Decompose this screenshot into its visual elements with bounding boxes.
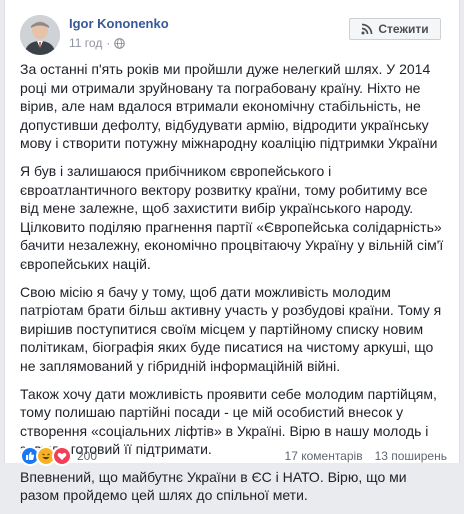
post-timestamp[interactable]: 11 год [69, 36, 102, 50]
love-reaction-icon [52, 446, 72, 466]
avatar-photo [20, 15, 60, 55]
post-card: Igor Kononenko 11 год · Стежити За остан… [4, 0, 460, 503]
follow-button[interactable]: Стежити [349, 18, 441, 40]
meta-separator: · [106, 36, 111, 50]
shares-count-link[interactable]: 13 поширень [375, 449, 447, 463]
post-paragraph: Свою місію я бачу у тому, щоб дати можли… [20, 283, 442, 374]
post-paragraph: За останні п'ять років ми пройшли дуже н… [20, 61, 438, 152]
author-avatar[interactable] [20, 15, 60, 55]
globe-icon [114, 37, 126, 49]
reaction-count: 200 [77, 449, 98, 463]
post-footer: 200 17 коментарів 13 поширень [20, 446, 447, 466]
follow-button-label: Стежити [378, 22, 429, 36]
comments-count-link[interactable]: 17 коментарів [285, 449, 363, 463]
post-paragraph: Я був і залишаюся прибічником європейськ… [20, 162, 444, 272]
rss-icon [361, 23, 373, 35]
post-paragraph: Впевнений, що майбутнє України в ЄС і НА… [20, 468, 407, 504]
post-meta: 11 год · [69, 36, 126, 50]
author-name[interactable]: Igor Kononenko [69, 16, 169, 31]
reactions-summary[interactable]: 200 [20, 446, 97, 466]
post-stats: 17 коментарів 13 поширень [285, 449, 447, 463]
